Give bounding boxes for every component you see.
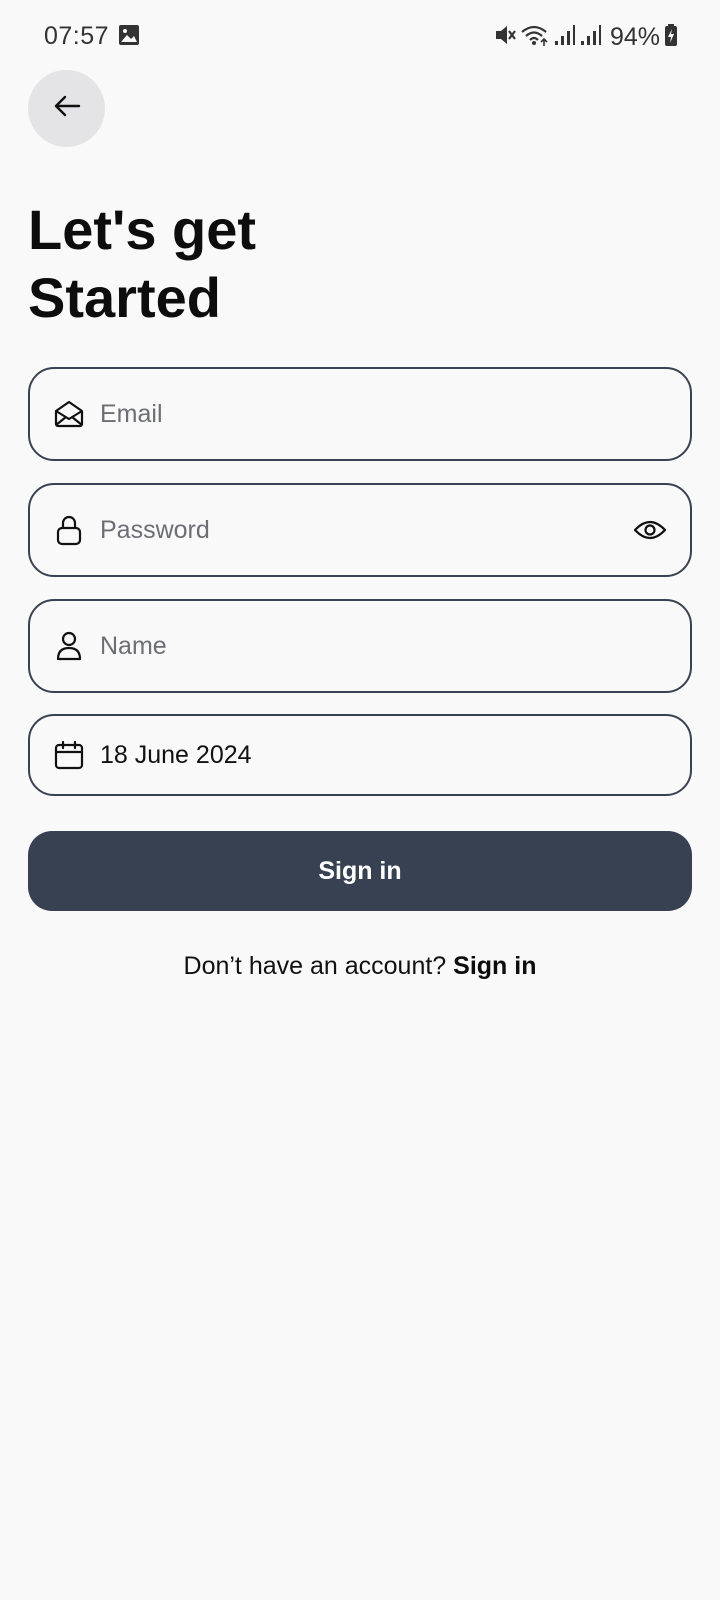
date-field[interactable]: 18 June 2024: [28, 714, 692, 796]
name-field[interactable]: [28, 599, 692, 693]
date-value: 18 June 2024: [100, 740, 252, 769]
mail-open-icon: [52, 397, 86, 431]
arrow-left-icon: [51, 90, 83, 127]
gallery-icon: [118, 24, 140, 46]
page-title: Let's get Started: [28, 196, 256, 332]
signal-icon: [554, 23, 576, 52]
name-input[interactable]: [100, 626, 668, 666]
footer-prompt-text: Don’t have an account?: [183, 952, 447, 980]
eye-icon[interactable]: [632, 512, 668, 548]
sign-in-link[interactable]: Sign in: [453, 952, 536, 980]
email-field[interactable]: [28, 367, 692, 461]
back-button[interactable]: [28, 70, 105, 147]
sign-in-button[interactable]: Sign in: [28, 831, 692, 911]
wifi-icon: [520, 23, 550, 52]
status-indicators: 94%: [494, 22, 678, 52]
user-icon: [52, 629, 86, 663]
status-time: 07:57: [44, 22, 110, 50]
lock-icon: [52, 513, 86, 547]
password-input[interactable]: [100, 510, 632, 550]
email-input[interactable]: [100, 394, 668, 434]
page-title-line-2: Started: [28, 266, 221, 329]
status-bar: 07:57 94%: [0, 0, 720, 72]
mute-icon: [494, 23, 516, 52]
battery-percentage: 94%: [609, 22, 660, 51]
page-title-line-1: Let's get: [28, 198, 257, 261]
footer-prompt: Don’t have an account? Sign in: [0, 952, 720, 981]
battery-charging-icon: [664, 23, 678, 52]
password-field[interactable]: [28, 483, 692, 577]
signal-icon: [580, 23, 602, 52]
calendar-icon: [52, 738, 86, 772]
